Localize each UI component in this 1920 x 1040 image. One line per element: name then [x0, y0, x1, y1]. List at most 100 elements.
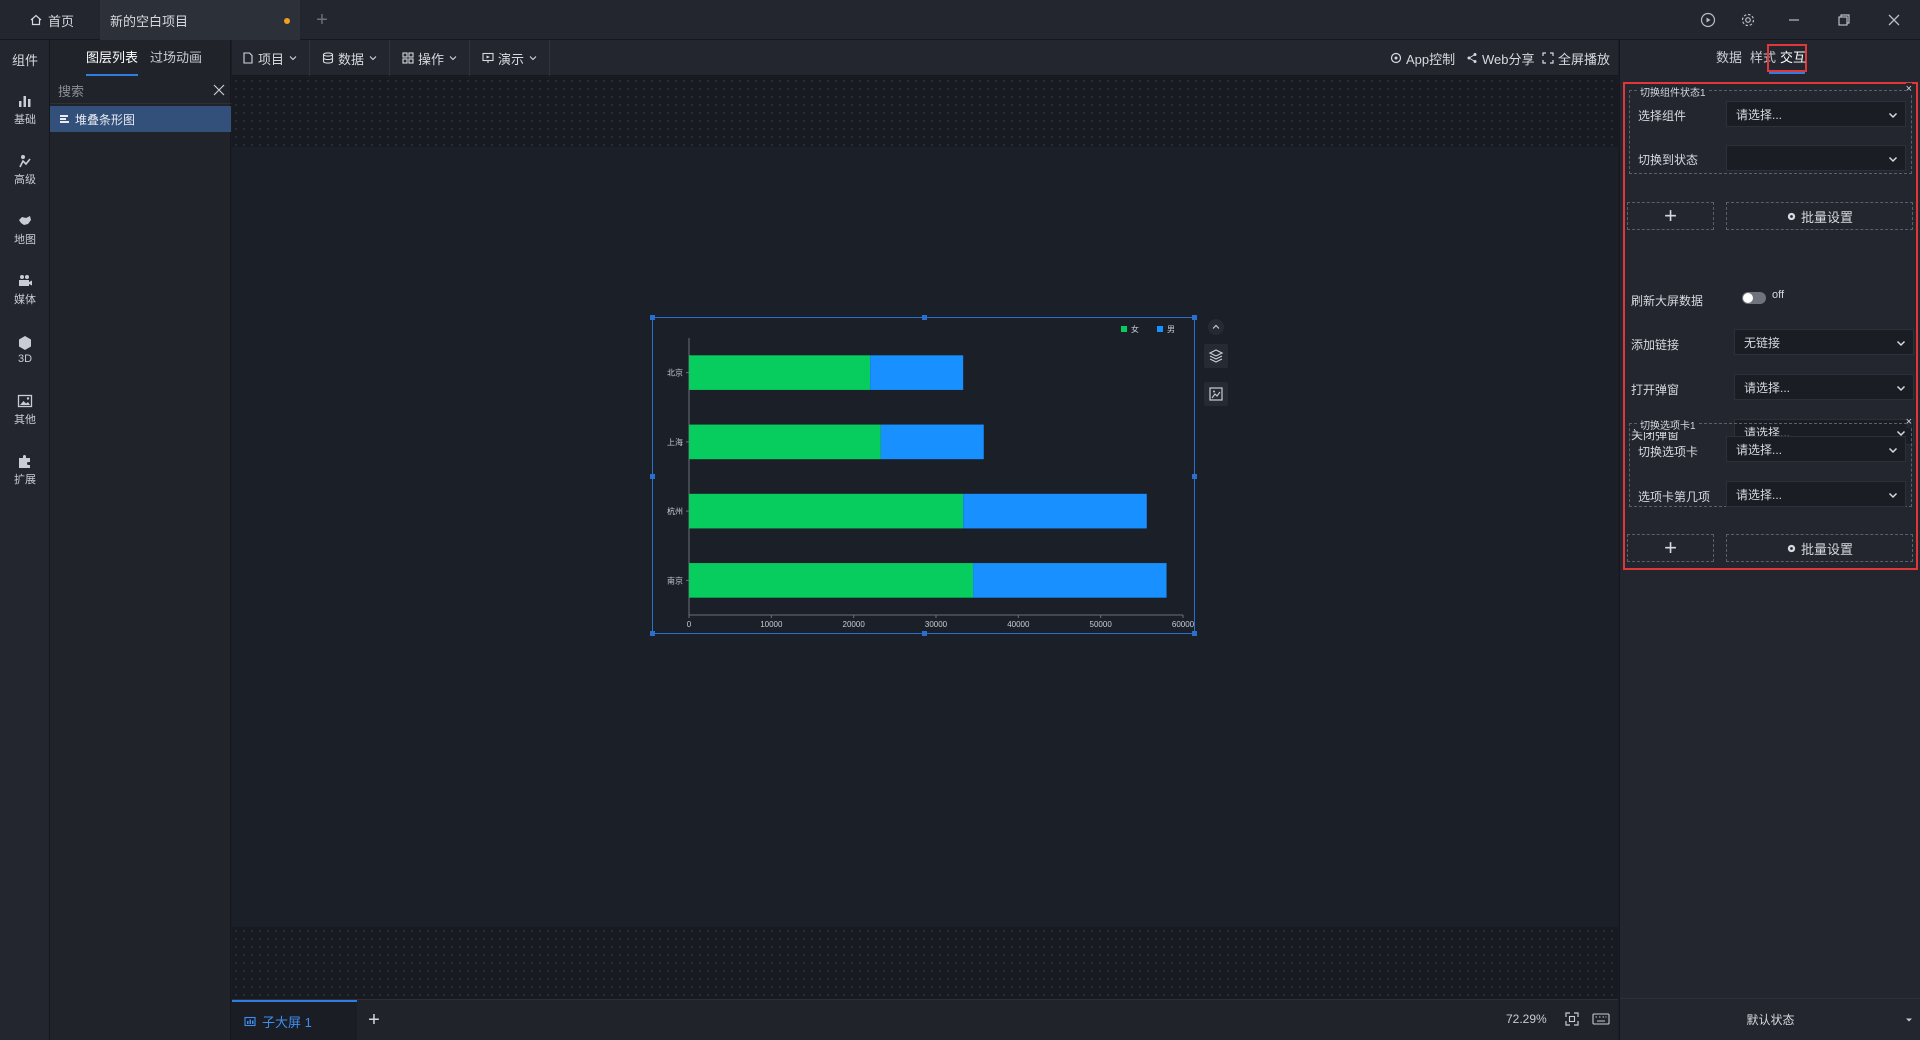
- legend-label: 女: [1131, 324, 1139, 334]
- screen-tab-label: 子大屏 1: [262, 1015, 312, 1030]
- web-share-button[interactable]: Web分享: [1466, 40, 1535, 76]
- home-tab-label: 首页: [48, 13, 75, 29]
- restore-button[interactable]: [1824, 0, 1864, 40]
- menu-operation[interactable]: 操作: [392, 40, 471, 76]
- resize-handle[interactable]: [650, 631, 655, 636]
- add-screen-button[interactable]: +: [364, 1000, 384, 1040]
- add-state-action-button[interactable]: +: [1627, 202, 1714, 230]
- category-map[interactable]: 地图: [0, 205, 50, 255]
- fit-screen-icon: [1565, 1012, 1579, 1026]
- switch-tab-dropdown[interactable]: 请选择...: [1726, 436, 1906, 462]
- group-title: 切换组件状态1: [1638, 84, 1708, 99]
- close-window-button[interactable]: [1874, 0, 1914, 40]
- minimize-button[interactable]: [1774, 0, 1814, 40]
- resize-handle[interactable]: [922, 631, 927, 636]
- fullscreen-button[interactable]: 全屏播放: [1542, 40, 1610, 76]
- remove-group-button[interactable]: ×: [1905, 83, 1912, 95]
- chevron-down-icon: [449, 56, 457, 61]
- app-control-button[interactable]: App控制: [1390, 40, 1455, 76]
- resize-handle[interactable]: [1192, 315, 1197, 320]
- menu-project[interactable]: 项目: [232, 40, 311, 76]
- screen-tab-1[interactable]: 子大屏 1: [232, 1000, 357, 1040]
- tab-data[interactable]: 数据: [1716, 40, 1742, 76]
- play-circle-icon: [1700, 12, 1716, 28]
- bar-chart-icon: [19, 96, 31, 107]
- search-input[interactable]: [58, 81, 208, 101]
- design-canvas[interactable]: 0 10000 20000 30000 40000 50000 60000 北京 上海 杭州 南京 女…: [232, 77, 1618, 999]
- menu-data[interactable]: 数据: [312, 40, 391, 76]
- dropdown-value: 请选择...: [1744, 380, 1791, 395]
- chevron-down-icon: [1888, 492, 1898, 499]
- category-3d[interactable]: 3D: [0, 325, 50, 375]
- category-basic[interactable]: 基础: [0, 85, 50, 135]
- screen-icon: [244, 1016, 256, 1026]
- grid-icon: [402, 52, 414, 64]
- bar-segment: [689, 424, 881, 460]
- resize-handle[interactable]: [1192, 474, 1197, 479]
- remove-group-button[interactable]: ×: [1905, 416, 1912, 428]
- toolbar: 项目 数据 操作 演示 App控制 Web分享 全屏播放: [232, 40, 1618, 76]
- bar-segment: [689, 355, 871, 390]
- switch-state-dropdown[interactable]: [1726, 145, 1906, 171]
- title-bar: 首页 新的空白项目 +: [0, 0, 1920, 40]
- category-other[interactable]: 其他: [0, 385, 50, 435]
- category-extension[interactable]: 扩展: [0, 445, 50, 495]
- refresh-toggle[interactable]: [1742, 292, 1766, 304]
- app-control-icon: [1390, 52, 1402, 64]
- layer-search: [50, 78, 231, 104]
- tab-index-dropdown[interactable]: 请选择...: [1726, 481, 1906, 507]
- tab-interaction[interactable]: 交互: [1780, 40, 1806, 76]
- layer-item-label: 堆叠条形图: [75, 112, 136, 127]
- fit-screen-button[interactable]: [1564, 1011, 1580, 1030]
- play-button[interactable]: [1688, 0, 1728, 40]
- batch-settings-button[interactable]: 批量设置: [1726, 534, 1913, 562]
- layer-order-button[interactable]: [1204, 344, 1228, 368]
- resize-handle[interactable]: [650, 315, 655, 320]
- add-tab-action-button[interactable]: +: [1627, 534, 1714, 562]
- resize-handle[interactable]: [1192, 631, 1197, 636]
- tab-layer-list[interactable]: 图层列表: [86, 40, 139, 76]
- presentation-icon: [482, 52, 494, 63]
- replace-image-button[interactable]: [1204, 382, 1228, 406]
- resize-handle[interactable]: [922, 315, 927, 320]
- project-tab[interactable]: 新的空白项目: [100, 0, 300, 40]
- new-tab-button[interactable]: +: [310, 0, 334, 40]
- open-popup-dropdown[interactable]: 请选择...: [1734, 374, 1914, 400]
- menu-presentation[interactable]: 演示: [472, 40, 551, 76]
- stacked-bar-chart-widget[interactable]: 0 10000 20000 30000 40000 50000 60000 北京 上海 杭州 南京 女…: [650, 315, 1197, 636]
- category-label: 基础: [14, 114, 36, 126]
- bar-segment: [689, 493, 964, 529]
- x-tick-label: 40000: [1007, 620, 1030, 629]
- category-advanced[interactable]: 高级: [0, 145, 50, 195]
- layers-icon: [1208, 349, 1224, 363]
- layer-item-stacked-bar[interactable]: 堆叠条形图: [50, 106, 231, 132]
- chevron-down-icon: [1896, 385, 1906, 392]
- select-component-dropdown[interactable]: 请选择...: [1726, 101, 1906, 127]
- settings-button[interactable]: [1728, 0, 1768, 40]
- switch-component-state-group: 切换组件状态1 × 选择组件 请选择... 切换到状态: [1629, 83, 1912, 174]
- collapse-button[interactable]: [1208, 319, 1224, 335]
- component-bar-title: 组件: [11, 53, 38, 68]
- tab-index-label: 选项卡第几项: [1638, 490, 1711, 504]
- image-swap-icon: [1209, 387, 1223, 401]
- batch-settings-button[interactable]: 批量设置: [1726, 202, 1913, 230]
- chart-svg: 0 10000 20000 30000 40000 50000 60000 北京上海杭州南京 女…: [667, 324, 1195, 629]
- database-icon: [322, 52, 334, 64]
- keyboard-shortcuts-button[interactable]: [1592, 1011, 1610, 1030]
- close-icon[interactable]: [213, 84, 225, 96]
- default-state-selector[interactable]: 默认状态: [1620, 998, 1920, 1040]
- tab-transition-animation[interactable]: 过场动画: [150, 40, 202, 76]
- x-tick-label: 30000: [925, 620, 948, 629]
- select-component-label: 选择组件: [1638, 109, 1687, 123]
- bar-segment: [880, 424, 984, 460]
- restore-icon: [1838, 14, 1850, 26]
- category-media[interactable]: 媒体: [0, 265, 50, 315]
- image-icon: [17, 394, 33, 408]
- resize-handle[interactable]: [650, 474, 655, 479]
- home-tab[interactable]: 首页: [0, 0, 100, 40]
- gear-icon: [1787, 212, 1796, 220]
- interaction-settings: 切换组件状态1 × 选择组件 请选择... 切换到状态 + 批量设置 刷新大屏数…: [1623, 82, 1918, 570]
- add-link-dropdown[interactable]: 无链接: [1734, 329, 1914, 355]
- dropdown-value: 请选择...: [1736, 442, 1783, 457]
- default-state-label: 默认状态: [1746, 1013, 1795, 1027]
